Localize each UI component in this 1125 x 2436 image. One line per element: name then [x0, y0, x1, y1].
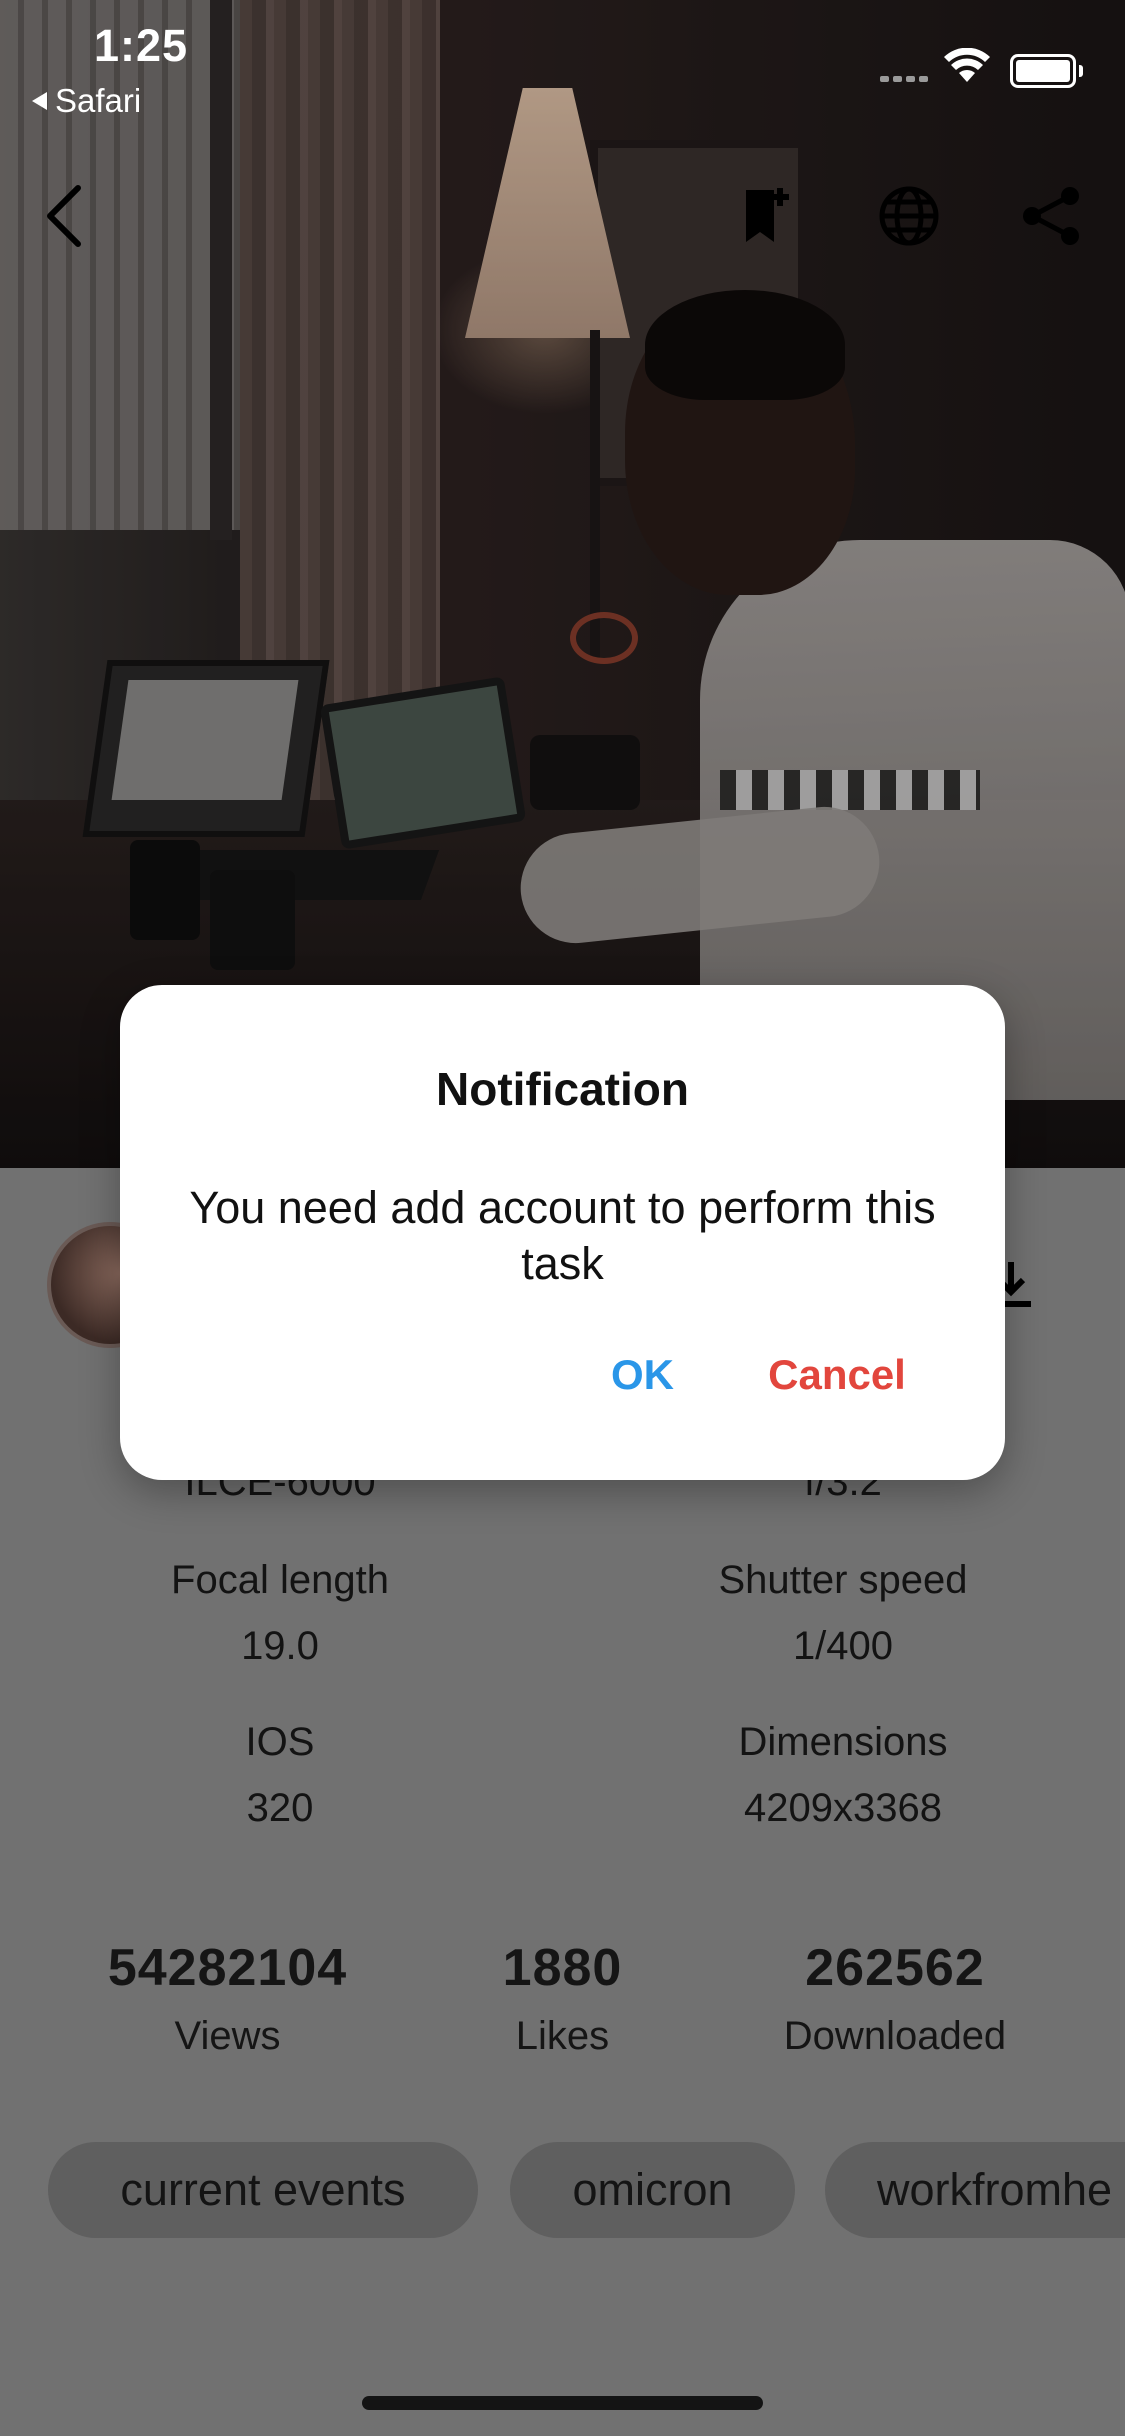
likes-count: 1880 [502, 1939, 623, 1997]
downloads-label: Downloaded [783, 2014, 1007, 2058]
spec-label: Dimensions [738, 1720, 948, 1764]
likes-label: Likes [515, 2014, 610, 2058]
spec-label: Focal length [171, 1558, 389, 1602]
views-count: 54282104 [107, 1939, 348, 1997]
cellular-signal-icon [880, 76, 928, 82]
cancel-button[interactable]: Cancel [732, 1335, 942, 1415]
bookmark-add-icon[interactable] [730, 180, 802, 252]
status-time: 1:25 [94, 20, 189, 71]
dialog-title: Notification [436, 1063, 689, 1115]
spec-value: 19.0 [241, 1624, 319, 1668]
tag-chip[interactable]: current events [48, 2142, 478, 2238]
spec-value: 1/400 [792, 1624, 894, 1668]
spec-label: Shutter speed [718, 1558, 968, 1602]
globe-icon[interactable] [873, 180, 945, 252]
spec-value: 4209x3368 [744, 1786, 942, 1830]
dialog-message: You need add account to perform this tas… [189, 1182, 936, 1289]
ok-button[interactable]: OK [575, 1335, 710, 1415]
spec-value: 320 [246, 1786, 314, 1830]
tag-chip[interactable]: workfromhe [825, 2142, 1125, 2238]
tag-chip[interactable]: omicron [510, 2142, 795, 2238]
battery-icon [1010, 54, 1083, 88]
back-arrow-icon[interactable] [28, 180, 100, 252]
views-label: Views [174, 2014, 281, 2058]
home-indicator[interactable] [362, 2396, 763, 2410]
back-to-app-link[interactable]: Safari [32, 82, 141, 120]
wifi-icon [944, 48, 990, 82]
back-triangle-icon [32, 92, 47, 110]
back-app-label: Safari [55, 82, 142, 119]
notification-dialog: Notification You need add account to per… [120, 985, 1005, 1480]
downloads-count: 262562 [805, 1939, 985, 1997]
spec-label: IOS [245, 1720, 315, 1764]
share-icon[interactable] [1016, 180, 1088, 252]
